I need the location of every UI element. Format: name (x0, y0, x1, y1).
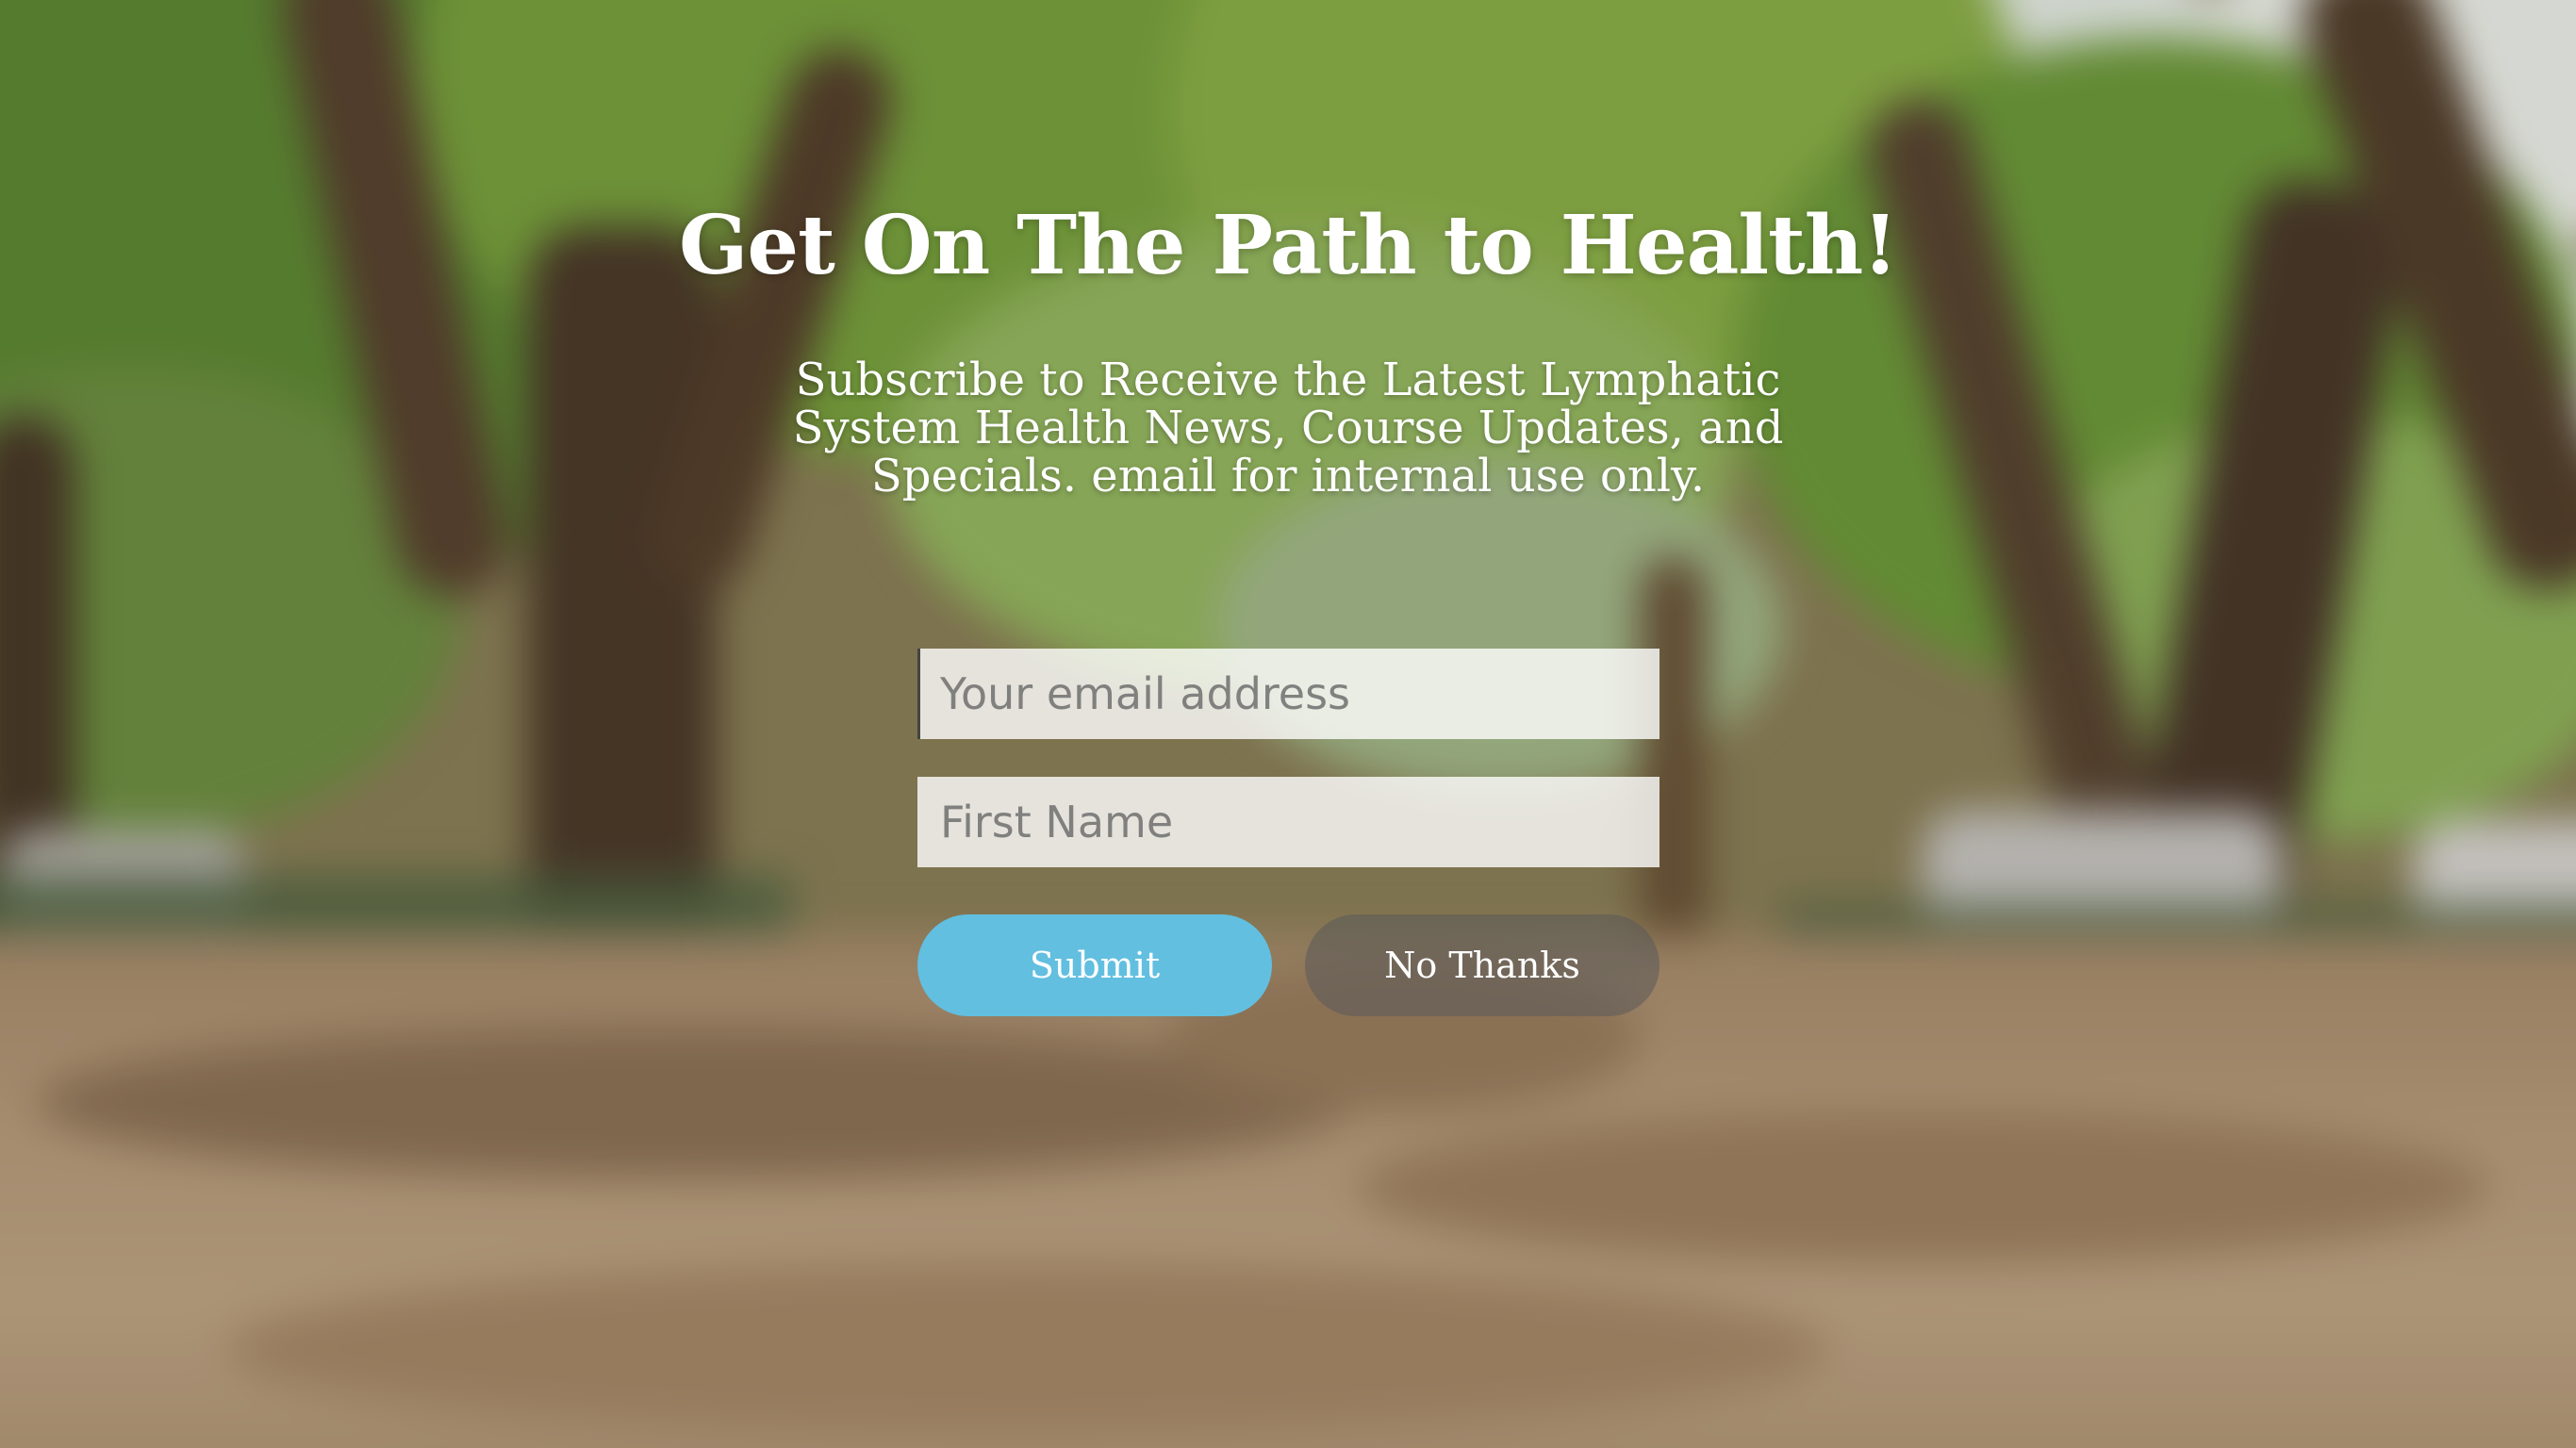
no-thanks-button[interactable]: No Thanks (1305, 914, 1660, 1016)
first-name-field[interactable] (917, 777, 1660, 867)
popup-headline: Get On The Path to Health! (678, 198, 1898, 293)
popup-subtext: Subscribe to Receive the Latest Lymphati… (792, 354, 1784, 502)
subscribe-popup: Get On The Path to Health! Subscribe to … (0, 0, 2576, 1448)
submit-button[interactable]: Submit (917, 914, 1272, 1016)
email-field[interactable] (917, 649, 1660, 739)
